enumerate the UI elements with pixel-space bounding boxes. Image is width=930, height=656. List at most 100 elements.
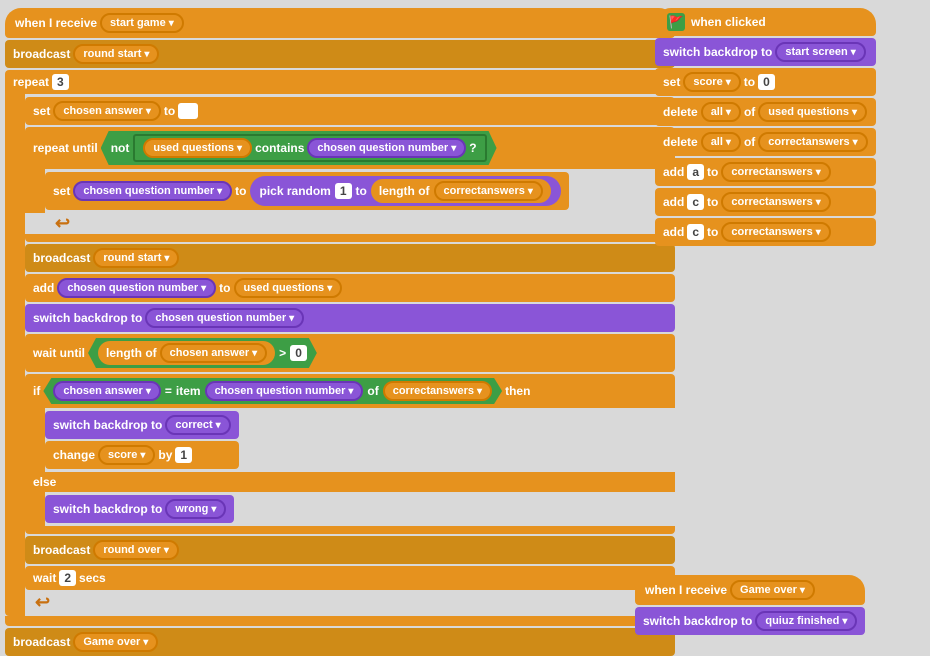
wait-secs[interactable]: wait 2 secs <box>25 566 675 590</box>
chosen-answer-wait[interactable]: chosen answer <box>160 343 268 363</box>
set-chosen-answer[interactable]: set chosen answer to <box>25 97 675 125</box>
used-questions-add[interactable]: used questions <box>234 278 343 298</box>
hat-label: when I receive <box>15 16 97 30</box>
repeat-until-left <box>25 169 45 213</box>
round-over-val[interactable]: round over <box>93 540 178 560</box>
switch-correct[interactable]: switch backdrop to correct <box>45 411 239 439</box>
wait-until-condition[interactable]: length of chosen answer > 0 <box>88 338 317 368</box>
right-panel: 🚩 when clicked switch backdrop to start … <box>655 8 876 246</box>
score-set-var[interactable]: score <box>683 72 740 92</box>
set-chosen-question[interactable]: set chosen question number to pick rando… <box>45 172 569 210</box>
change-score[interactable]: change score by 1 <box>45 441 239 469</box>
repeat-header[interactable]: repeat 3 <box>5 70 675 94</box>
else-left-bar <box>25 492 45 526</box>
add-chosen-question[interactable]: add chosen question number to used quest… <box>25 274 675 302</box>
else-body: switch backdrop to wrong <box>25 492 675 526</box>
delete-correctanswers[interactable]: delete all of correctanswers <box>655 128 876 156</box>
receive-game-over-label: when I receive <box>645 583 727 597</box>
set-score-0[interactable]: set score to 0 <box>655 68 876 96</box>
broadcast2-val[interactable]: round start <box>93 248 179 268</box>
switch-backdrop-q[interactable]: switch backdrop to chosen question numbe… <box>25 304 675 332</box>
set-value-empty[interactable] <box>178 103 198 119</box>
wait-val[interactable]: 0 <box>290 345 307 361</box>
all-qty2[interactable]: all <box>701 132 741 152</box>
pick-random-block[interactable]: pick random 1 to length of correctanswer… <box>250 176 561 206</box>
chosen-answer-var[interactable]: chosen answer <box>53 101 161 121</box>
repeat-until-body: set chosen question number to pick rando… <box>25 169 675 213</box>
else-inner: switch backdrop to wrong <box>45 492 234 526</box>
all-qty1[interactable]: all <box>701 102 741 122</box>
hat-when-receive[interactable]: when I receive start game <box>5 8 675 38</box>
score-set-val[interactable]: 0 <box>758 74 775 90</box>
length-chosen-answer[interactable]: length of chosen answer <box>98 341 275 365</box>
correctanswers-del[interactable]: correctanswers <box>758 132 867 152</box>
game-over-receive-val[interactable]: Game over <box>730 580 815 600</box>
broadcast-game-over[interactable]: broadcast Game over <box>5 628 675 656</box>
repeat-count[interactable]: 3 <box>52 74 69 90</box>
add-c2[interactable]: add c to correctanswers <box>655 218 876 246</box>
chosen-q-if[interactable]: chosen question number <box>205 381 364 401</box>
switch-q-val[interactable]: chosen question number <box>145 308 304 328</box>
random-from[interactable]: 1 <box>335 183 352 199</box>
correct-val[interactable]: correct <box>165 415 230 435</box>
green-flag-icon: 🚩 <box>667 13 685 31</box>
add-a[interactable]: add a to correctanswers <box>655 158 876 186</box>
if-then-body: switch backdrop to correct change score … <box>25 408 675 472</box>
switch-wrong[interactable]: switch backdrop to wrong <box>45 495 234 523</box>
if-bottom <box>25 526 675 534</box>
chosen-ans-if[interactable]: chosen answer <box>53 381 161 401</box>
when-clicked-label: when clicked <box>691 15 766 29</box>
repeat-until-bottom <box>25 234 675 242</box>
score-var[interactable]: score <box>98 445 155 465</box>
repeat-until-header[interactable]: repeat until not used questions contains… <box>25 127 675 169</box>
delete-used-questions[interactable]: delete all of used questions <box>655 98 876 126</box>
correctanswers-add1[interactable]: correctanswers <box>721 162 830 182</box>
chosen-q-num-add[interactable]: chosen question number <box>57 278 216 298</box>
correctanswers-list[interactable]: correctanswers <box>434 181 543 201</box>
not-block[interactable]: not used questions contains chosen quest… <box>101 131 497 165</box>
contains-block[interactable]: used questions contains chosen question … <box>133 134 486 162</box>
start-screen-val[interactable]: start screen <box>775 42 865 62</box>
correctanswers-add3[interactable]: correctanswers <box>721 222 830 242</box>
broadcast-round-over[interactable]: broadcast round over <box>25 536 675 564</box>
broadcast-round-start[interactable]: broadcast round start <box>5 40 675 68</box>
repeat-until-inner: set chosen question number to pick rando… <box>45 169 569 213</box>
used-questions-list[interactable]: used questions <box>143 138 252 158</box>
length-of-block[interactable]: length of correctanswers <box>371 179 551 203</box>
if-header[interactable]: if chosen answer = item chosen question … <box>25 374 675 408</box>
broadcast-val[interactable]: round start <box>73 44 159 64</box>
broadcast-round-start-2[interactable]: broadcast round start <box>25 244 675 272</box>
if-block: if chosen answer = item chosen question … <box>25 374 675 534</box>
add-c1[interactable]: add c to correctanswers <box>655 188 876 216</box>
repeat-body: set chosen answer to repeat until not <box>5 94 675 616</box>
chosen-q-num-var[interactable]: chosen question number <box>73 181 232 201</box>
wait-until-block[interactable]: wait until length of chosen answer > 0 <box>25 334 675 372</box>
else-label: else <box>25 472 675 492</box>
correctanswers-if[interactable]: correctanswers <box>383 381 492 401</box>
add-a-val[interactable]: a <box>687 164 704 180</box>
receive-value[interactable]: start game <box>100 13 184 33</box>
add-c1-val[interactable]: c <box>687 194 704 210</box>
curve-arrow: ↩ <box>55 213 675 234</box>
wrong-val[interactable]: wrong <box>165 499 226 519</box>
hat-game-over[interactable]: when I receive Game over <box>635 575 865 605</box>
broadcast-label: broadcast <box>13 47 70 61</box>
add-c2-val[interactable]: c <box>687 224 704 240</box>
hat-when-clicked[interactable]: 🚩 when clicked <box>655 8 876 36</box>
wait-num[interactable]: 2 <box>59 570 76 586</box>
chosen-question-number-var[interactable]: chosen question number <box>307 138 466 158</box>
left-panel: when I receive start game broadcast roun… <box>5 8 675 656</box>
correctanswers-add2[interactable]: correctanswers <box>721 192 830 212</box>
repeat-until-block: repeat until not used questions contains… <box>25 127 675 242</box>
if-inner: switch backdrop to correct change score … <box>45 408 239 472</box>
repeat-inner: set chosen answer to repeat until not <box>25 94 675 616</box>
repeat-label: repeat <box>13 75 49 89</box>
if-condition[interactable]: chosen answer = item chosen question num… <box>43 378 502 404</box>
used-questions-del[interactable]: used questions <box>758 102 867 122</box>
switch-quiz-finished[interactable]: switch backdrop to quiuz finished <box>635 607 865 635</box>
quiz-finished-val[interactable]: quiuz finished <box>755 611 857 631</box>
switch-start-screen[interactable]: switch backdrop to start screen <box>655 38 876 66</box>
game-over-val[interactable]: Game over <box>73 632 158 652</box>
change-val[interactable]: 1 <box>175 447 192 463</box>
repeat-left-bar <box>5 94 25 616</box>
